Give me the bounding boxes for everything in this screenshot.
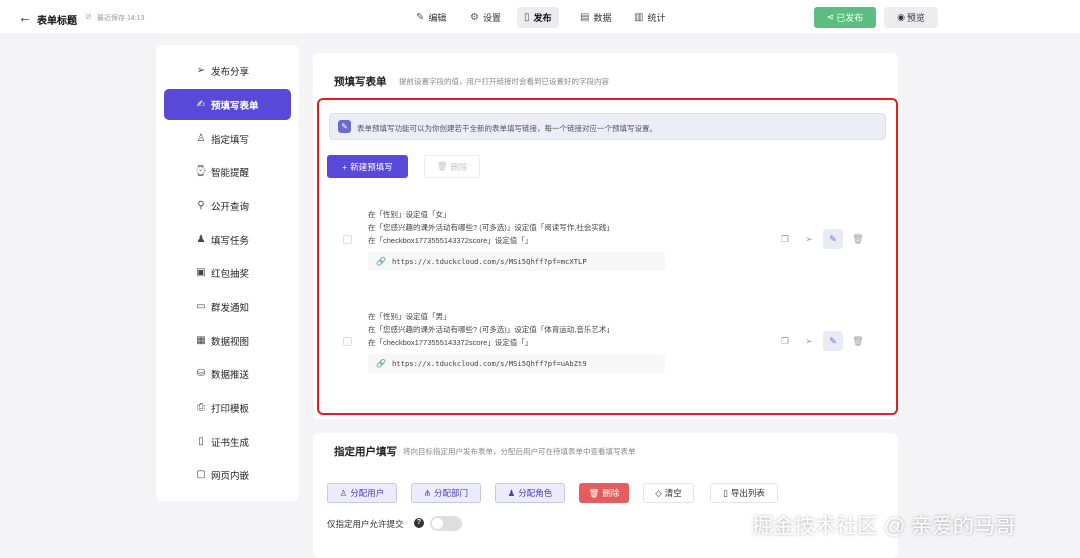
delete-assign-button[interactable]: 🗑 删除 xyxy=(579,483,629,503)
eraser-icon: ◇ xyxy=(655,487,662,498)
message-icon: ▭ xyxy=(196,301,206,312)
publish-icon: ▯ xyxy=(524,12,530,23)
prefill-title: 预填写表单 xyxy=(334,76,387,88)
search-list-icon: ⚲ xyxy=(197,200,205,211)
assign-dept-button[interactable]: ⋔ 分配部门 xyxy=(411,483,481,503)
users-icon: ♟ xyxy=(196,234,206,245)
print-icon: ⎙ xyxy=(197,402,205,413)
bell-icon: ⌚ xyxy=(194,166,208,177)
save-status: 最近保存 14:13 xyxy=(97,15,145,22)
share-icon: ⋖ xyxy=(826,12,835,22)
database-icon: ⛁ xyxy=(196,368,206,379)
sidebar-item-data-push[interactable]: ⛁ 数据推送 xyxy=(164,358,291,389)
arrow-left-icon[interactable]: ← xyxy=(18,10,32,24)
sidebar-item-prefill[interactable]: ✍ 预填写表单 xyxy=(164,89,291,120)
user-icon: ♙ xyxy=(196,133,206,144)
sidebar-item-notify[interactable]: ▭ 群发通知 xyxy=(164,291,291,322)
certificate-icon: ▯ xyxy=(198,436,204,447)
gear-icon: ⚙ xyxy=(470,12,479,23)
tab-stats[interactable]: ▥ 统计 xyxy=(627,7,672,28)
data-icon: ▤ xyxy=(580,12,590,23)
sidebar-item-reminder[interactable]: ⌚ 智能提醒 xyxy=(164,156,291,187)
toggle-knob xyxy=(432,518,443,529)
published-button[interactable]: ⋖ 已发布 xyxy=(814,7,876,28)
edit-icon: ✎ xyxy=(416,12,425,23)
users-icon: ♟ xyxy=(507,487,516,498)
sidebar-item-assign[interactable]: ♙ 指定填写 xyxy=(164,123,291,154)
trash-icon: 🗑 xyxy=(588,487,600,498)
sidebar-item-print[interactable]: ⎙ 打印模板 xyxy=(164,392,291,423)
sidebar-item-publish-share[interactable]: ➢ 发布分享 xyxy=(164,55,291,86)
sidebar-item-tasks[interactable]: ♟ 填写任务 xyxy=(164,224,291,255)
assign-description: 将向目标指定用户发布表单，分配后用户可在待填表单中查看填写表单 xyxy=(403,447,636,456)
stats-icon: ▥ xyxy=(634,12,644,23)
prefill-icon: ✍ xyxy=(196,99,206,110)
tab-data[interactable]: ▤ 数据 xyxy=(573,7,618,28)
sidebar: ➢ 发布分享 ✍ 预填写表单 ♙ 指定填写 ⌚ 智能提醒 ⚲ 公开查询 ♟ 填写任务 ▣ 红包… xyxy=(156,45,299,501)
prefill-description: 提前设置字段的值，用户打开链接时会看到已设置好的字段内容 xyxy=(399,77,609,86)
org-icon: ⋔ xyxy=(423,487,432,498)
sidebar-item-embed[interactable]: ▢ 网页内嵌 xyxy=(164,459,291,490)
user-icon: ♙ xyxy=(339,487,348,498)
assign-role-button[interactable]: ♟ 分配角色 xyxy=(495,483,565,503)
restrict-submit-toggle[interactable] xyxy=(430,516,462,531)
sidebar-item-lottery[interactable]: ▣ 红包抽奖 xyxy=(164,257,291,288)
clear-button[interactable]: ◇ 清空 xyxy=(643,483,694,503)
assign-title: 指定用户填写 xyxy=(334,446,397,458)
highlight-box xyxy=(317,98,898,415)
top-bar: ← 表单标题 ⊘ 最近保存 14:13 ✎ 编辑 ⚙ 设置 ▯ 发布 ▤ 数据 … xyxy=(0,0,1080,35)
watermark: 掘金技术社区 @ 亲爱的马哥 xyxy=(752,515,1016,538)
tab-publish[interactable]: ▯ 发布 xyxy=(517,7,559,28)
sidebar-item-public-query[interactable]: ⚲ 公开查询 xyxy=(164,190,291,221)
sidebar-item-data-view[interactable]: ▦ 数据视图 xyxy=(164,325,291,356)
tab-edit[interactable]: ✎ 编辑 xyxy=(409,7,453,28)
tab-settings[interactable]: ⚙ 设置 xyxy=(463,7,508,28)
send-icon: ➢ xyxy=(196,65,206,76)
form-title: 表单标题 xyxy=(37,16,77,27)
document-icon: ▯ xyxy=(723,487,728,498)
preview-button[interactable]: ◉ 预览 xyxy=(884,7,938,28)
sidebar-item-certificate[interactable]: ▯ 证书生成 xyxy=(164,426,291,457)
assign-user-button[interactable]: ♙ 分配用户 xyxy=(327,483,397,503)
check-circle-icon: ⊘ xyxy=(85,12,92,21)
restrict-submit-label: 仅指定用户允许提交 xyxy=(327,519,404,529)
help-icon[interactable]: ? xyxy=(414,518,424,528)
eye-icon: ◉ xyxy=(897,12,905,22)
table-icon: ▦ xyxy=(196,335,206,346)
embed-icon: ▢ xyxy=(196,469,206,480)
export-list-button[interactable]: ▯ 导出列表 xyxy=(710,483,778,503)
gift-icon: ▣ xyxy=(196,267,206,278)
